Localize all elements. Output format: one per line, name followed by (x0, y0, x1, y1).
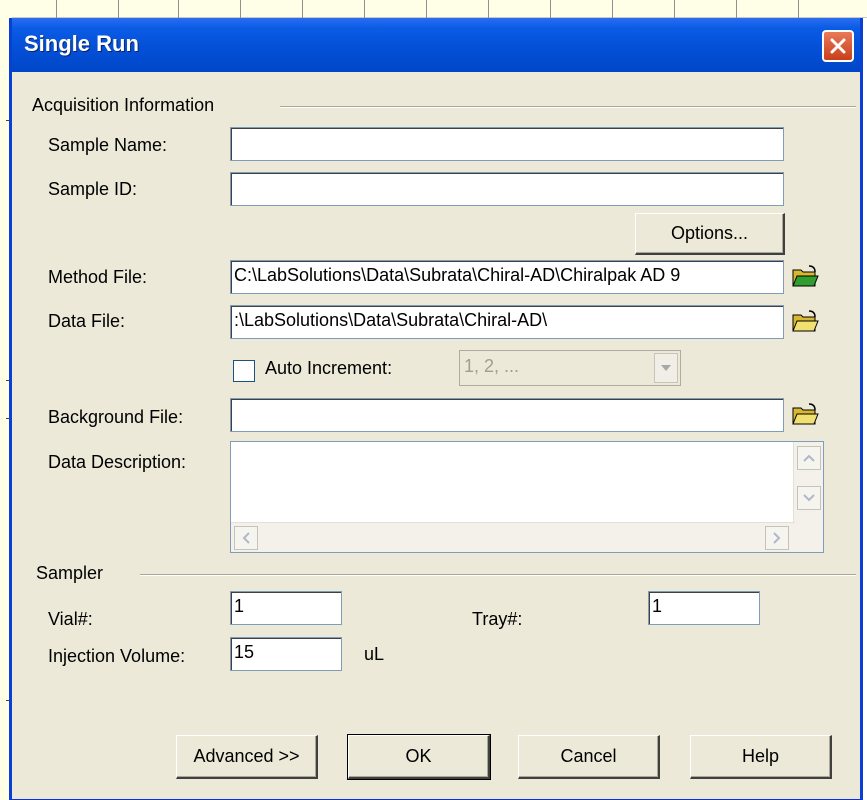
vial-input[interactable]: 1 (230, 591, 342, 625)
tray-input[interactable]: 1 (648, 591, 760, 625)
vertical-scrollbar[interactable] (793, 442, 823, 552)
title-bar[interactable]: Single Run (12, 18, 860, 72)
open-folder-icon (792, 403, 819, 425)
ok-button[interactable]: OK (347, 734, 491, 780)
background-file-browse-button[interactable] (790, 400, 820, 430)
injection-volume-input[interactable]: 15 (230, 637, 342, 671)
group-divider (140, 574, 856, 576)
sample-name-label: Sample Name: (48, 135, 168, 155)
chevron-left-icon (242, 532, 250, 544)
options-button[interactable]: Options... (635, 213, 785, 255)
background-file-input[interactable] (230, 398, 784, 432)
chevron-down-icon (803, 494, 815, 502)
injection-unit-label: uL (364, 644, 385, 664)
auto-increment-checkbox[interactable] (233, 360, 255, 382)
chevron-down-icon (661, 365, 671, 371)
data-file-browse-button[interactable] (790, 307, 820, 337)
chevron-right-icon (773, 532, 781, 544)
scroll-left-button[interactable] (234, 526, 258, 550)
sample-id-label: Sample ID: (48, 179, 138, 199)
help-button[interactable]: Help (690, 735, 832, 779)
method-file-input[interactable]: C:\LabSolutions\Data\Subrata\Chiral-AD\C… (230, 260, 784, 294)
injection-volume-label: Injection Volume: (48, 646, 186, 666)
advanced-button[interactable]: Advanced >> (176, 735, 318, 779)
horizontal-scrollbar[interactable] (231, 522, 795, 552)
sampler-group-label: Sampler (36, 563, 104, 583)
scroll-right-button[interactable] (765, 526, 789, 550)
single-run-dialog: Single Run Acquisition Information Sampl… (9, 18, 863, 800)
scroll-down-button[interactable] (797, 486, 821, 510)
cancel-button[interactable]: Cancel (518, 735, 660, 779)
chevron-up-icon (803, 454, 815, 462)
dropdown-arrow[interactable] (654, 353, 678, 383)
background-file-label: Background File: (48, 407, 184, 427)
sample-name-input[interactable] (230, 127, 784, 161)
close-icon (830, 38, 846, 54)
tray-label: Tray#: (472, 609, 523, 629)
scroll-up-button[interactable] (797, 446, 821, 470)
sample-id-input[interactable] (230, 172, 784, 206)
data-description-label: Data Description: (48, 452, 187, 472)
data-description-textarea[interactable] (230, 441, 824, 553)
window-title: Single Run (24, 31, 139, 56)
auto-increment-select[interactable]: 1, 2, ... (459, 350, 681, 386)
background-ruler (0, 0, 867, 18)
acquisition-group-label: Acquisition Information (32, 95, 215, 115)
auto-increment-label: Auto Increment: (265, 358, 393, 378)
group-divider (280, 106, 856, 108)
data-file-label: Data File: (48, 311, 126, 331)
vial-label: Vial#: (48, 609, 93, 629)
open-folder-icon (792, 265, 819, 287)
open-folder-icon (792, 310, 819, 332)
close-button[interactable] (822, 30, 854, 62)
auto-increment-value: 1, 2, ... (464, 356, 520, 376)
method-file-label: Method File: (48, 267, 148, 287)
method-file-browse-button[interactable] (790, 262, 820, 292)
data-file-input[interactable]: :\LabSolutions\Data\Subrata\Chiral-AD\ (230, 305, 784, 339)
